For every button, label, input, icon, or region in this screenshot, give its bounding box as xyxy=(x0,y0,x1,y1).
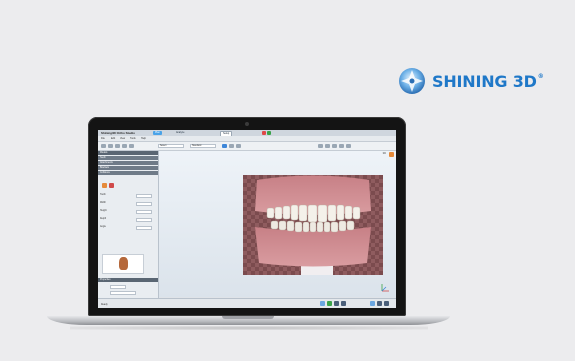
move-icon[interactable] xyxy=(115,144,120,148)
flag-icon[interactable] xyxy=(109,183,114,188)
brand-lockup: SHINING 3D® xyxy=(398,67,544,95)
status-text: Ready xyxy=(101,304,108,306)
export-icon[interactable] xyxy=(346,144,351,148)
panel-section-properties[interactable]: Properties xyxy=(98,278,158,282)
field-depth: Depth xyxy=(100,217,156,222)
menu-file[interactable]: File xyxy=(101,136,105,141)
viewport-label: 3D xyxy=(382,152,386,155)
camera-icon[interactable] xyxy=(339,144,344,148)
ok-icon[interactable] xyxy=(267,131,271,135)
field-angle: Angle xyxy=(100,225,156,230)
undo-icon[interactable] xyxy=(101,144,106,148)
alert-icon[interactable] xyxy=(262,131,266,135)
field-tooth: Tooth xyxy=(100,193,156,198)
select-dropdown[interactable]: Select xyxy=(158,144,184,148)
redo-icon[interactable] xyxy=(108,144,113,148)
grid-icon[interactable] xyxy=(318,144,323,148)
toolbar: Select Standard xyxy=(98,142,396,151)
angle-input[interactable] xyxy=(136,226,152,230)
laptop-lid: Shining3D Ortho Studio Plan Analyze Setu… xyxy=(88,117,406,316)
tab-analyze[interactable]: Analyze xyxy=(174,131,187,135)
view-top-icon[interactable] xyxy=(236,144,241,148)
panel-section-brackets[interactable]: Brackets xyxy=(98,166,158,170)
print-icon[interactable] xyxy=(384,301,389,306)
measure-icon[interactable] xyxy=(129,144,134,148)
field-height: Height xyxy=(100,209,156,214)
shining3d-logo-icon xyxy=(399,68,425,94)
property-input-2[interactable] xyxy=(110,291,136,295)
webcam xyxy=(245,122,249,126)
menu-tools[interactable]: Tools xyxy=(130,136,136,141)
laptop-shadow xyxy=(70,326,428,330)
axis-gizmo-icon xyxy=(381,284,389,292)
play-icon[interactable] xyxy=(320,301,325,306)
tooth-input[interactable] xyxy=(136,194,152,198)
layers-icon[interactable] xyxy=(325,144,330,148)
width-input[interactable] xyxy=(136,202,152,206)
laptop-notch xyxy=(222,316,274,319)
save-icon[interactable] xyxy=(370,301,375,306)
status-bar: Ready xyxy=(98,298,396,308)
view-side-icon[interactable] xyxy=(229,144,234,148)
folder-icon[interactable] xyxy=(377,301,382,306)
panel-section-models[interactable]: Models xyxy=(98,151,158,155)
property-row-2 xyxy=(100,290,156,295)
viewport-close-icon[interactable] xyxy=(389,152,394,157)
dental-arch-model[interactable] xyxy=(243,175,383,275)
check-icon[interactable] xyxy=(327,301,332,306)
field-width: Width xyxy=(100,201,156,206)
depth-input[interactable] xyxy=(136,218,152,222)
standard-dropdown[interactable]: Standard xyxy=(190,144,216,148)
tooth-preview xyxy=(102,254,144,274)
property-row xyxy=(100,284,156,289)
panel-section-teeth[interactable]: Teeth xyxy=(98,156,158,160)
menu-help[interactable]: Help xyxy=(141,136,146,141)
brand-wordmark: SHINING 3D® xyxy=(432,71,544,91)
tab-plan[interactable]: Plan xyxy=(153,131,162,135)
settings-icon[interactable] xyxy=(332,144,337,148)
view-front-icon[interactable] xyxy=(222,144,227,148)
laptop-screen: Shining3D Ortho Studio Plan Analyze Setu… xyxy=(98,130,396,308)
tooth-color-swatch[interactable] xyxy=(102,183,107,188)
step-back-icon[interactable] xyxy=(334,301,339,306)
rotate-icon[interactable] xyxy=(122,144,127,148)
height-input[interactable] xyxy=(136,210,152,214)
left-panel: Models Teeth Attachments Brackets Collis… xyxy=(98,151,159,302)
step-forward-icon[interactable] xyxy=(341,301,346,306)
property-input[interactable] xyxy=(110,285,126,289)
tooth-model-icon xyxy=(119,257,128,270)
menu-edit[interactable]: Edit xyxy=(111,136,115,141)
menu-view[interactable]: View xyxy=(120,136,125,141)
panel-section-collisions[interactable]: Collisions xyxy=(98,171,158,175)
panel-section-attachments[interactable]: Attachments xyxy=(98,161,158,165)
3d-viewport[interactable]: 3D xyxy=(159,151,396,297)
